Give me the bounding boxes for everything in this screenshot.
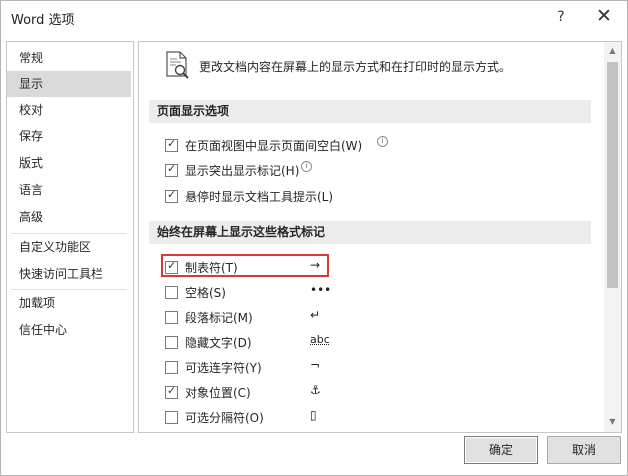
format-marks-section-header: 始终在屏幕上显示这些格式标记 <box>149 221 591 244</box>
option-label: 段落标记(M) <box>185 311 253 325</box>
info-icon: i <box>301 161 312 172</box>
space-dots-icon: ••• <box>310 283 332 297</box>
checkbox[interactable]: ✓ <box>165 137 178 152</box>
display-description: 更改文档内容在屏幕上的显示方式和在打印时的显示方式。 <box>199 60 512 74</box>
anchor-icon: ⚓ <box>310 383 321 397</box>
checkbox[interactable]: ✓ <box>165 162 178 177</box>
page-display-section-header: 页面显示选项 <box>149 100 591 123</box>
sidebar-item-customize-ribbon[interactable]: 自定义功能区 <box>7 234 131 260</box>
option-label: 空格(S) <box>185 286 226 300</box>
checkmark-icon: ✓ <box>167 384 177 397</box>
help-button[interactable]: ? <box>549 5 573 29</box>
checkmark-icon: ✓ <box>167 162 177 175</box>
option-label: 可选连字符(Y) <box>185 361 262 375</box>
cancel-button[interactable]: 取消 <box>547 436 621 464</box>
sidebar-item-save[interactable]: 保存 <box>7 123 131 149</box>
option-optional-hyphens[interactable]: 可选连字符(Y) ¬ <box>165 358 465 378</box>
option-label: 可选分隔符(O) <box>185 411 264 425</box>
checkbox[interactable] <box>165 361 178 374</box>
title-bar: Word 选项 ? ✕ <box>1 1 627 33</box>
sidebar: 常规 显示 校对 保存 版式 语言 高级 自定义功能区 快速访问工具栏 加载项 … <box>6 41 134 433</box>
sidebar-item-proofing[interactable]: 校对 <box>7 97 131 123</box>
option-optional-breaks[interactable]: 可选分隔符(O) ▯ <box>165 408 465 428</box>
scroll-up-arrow-icon[interactable]: ▲ <box>604 44 621 58</box>
checkbox[interactable]: ✓ <box>165 188 178 203</box>
display-options-panel: 更改文档内容在屏幕上的显示方式和在打印时的显示方式。 页面显示选项 ✓ 在页面视… <box>138 41 622 433</box>
window-title: Word 选项 <box>11 13 75 28</box>
option-label: 显示突出显示标记(H) <box>185 164 300 178</box>
sidebar-item-display[interactable]: 显示 <box>7 71 131 97</box>
checkmark-icon: ✓ <box>167 137 177 150</box>
hidden-text-icon: abc <box>310 333 330 346</box>
option-label: 对象位置(C) <box>185 386 251 400</box>
optional-hyphen-icon: ¬ <box>310 358 321 372</box>
highlight-box <box>161 254 329 277</box>
paragraph-mark-icon: ↵ <box>310 308 321 322</box>
option-object-anchors[interactable]: ✓ 对象位置(C) ⚓ <box>165 383 465 403</box>
sidebar-item-quick-access-toolbar[interactable]: 快速访问工具栏 <box>7 261 131 287</box>
ok-button[interactable]: 确定 <box>464 436 538 464</box>
options-dialog: Word 选项 ? ✕ 常规 显示 校对 保存 版式 语言 高级 自定义功能区 … <box>0 0 628 476</box>
option-label: 隐藏文字(D) <box>185 336 252 350</box>
option-show-whitespace[interactable]: ✓ 在页面视图中显示页面间空白(W) i <box>165 136 465 156</box>
sidebar-item-language[interactable]: 语言 <box>7 177 131 203</box>
scroll-down-arrow-icon[interactable]: ▼ <box>604 415 621 429</box>
checkbox[interactable] <box>165 286 178 299</box>
option-label: 在页面视图中显示页面间空白(W) <box>185 139 363 153</box>
sidebar-item-add-ins[interactable]: 加载项 <box>7 290 131 316</box>
sidebar-item-general[interactable]: 常规 <box>7 45 131 71</box>
option-document-tooltips[interactable]: ✓ 悬停时显示文档工具提示(L) <box>165 187 465 207</box>
document-magnifier-icon <box>166 51 189 79</box>
checkbox[interactable]: ✓ <box>165 384 178 399</box>
scroll-thumb[interactable] <box>607 62 618 288</box>
info-icon: i <box>377 136 388 147</box>
option-hidden-text[interactable]: 隐藏文字(D) abc <box>165 333 465 353</box>
checkbox[interactable] <box>165 411 178 424</box>
sidebar-item-advanced[interactable]: 高级 <box>7 204 131 230</box>
checkmark-icon: ✓ <box>167 188 177 201</box>
sidebar-item-trust-center[interactable]: 信任中心 <box>7 317 131 343</box>
vertical-scrollbar[interactable]: ▲ ▼ <box>604 42 621 432</box>
option-paragraph-marks[interactable]: 段落标记(M) ↵ <box>165 308 465 328</box>
checkbox[interactable] <box>165 336 178 349</box>
optional-break-icon: ▯ <box>310 408 317 422</box>
option-label: 悬停时显示文档工具提示(L) <box>185 190 334 204</box>
option-show-highlighter-marks[interactable]: ✓ 显示突出显示标记(H) i <box>165 161 465 181</box>
sidebar-item-layout[interactable]: 版式 <box>7 150 131 176</box>
option-spaces[interactable]: 空格(S) ••• <box>165 283 465 303</box>
checkbox[interactable] <box>165 311 178 324</box>
close-button[interactable]: ✕ <box>589 5 619 29</box>
